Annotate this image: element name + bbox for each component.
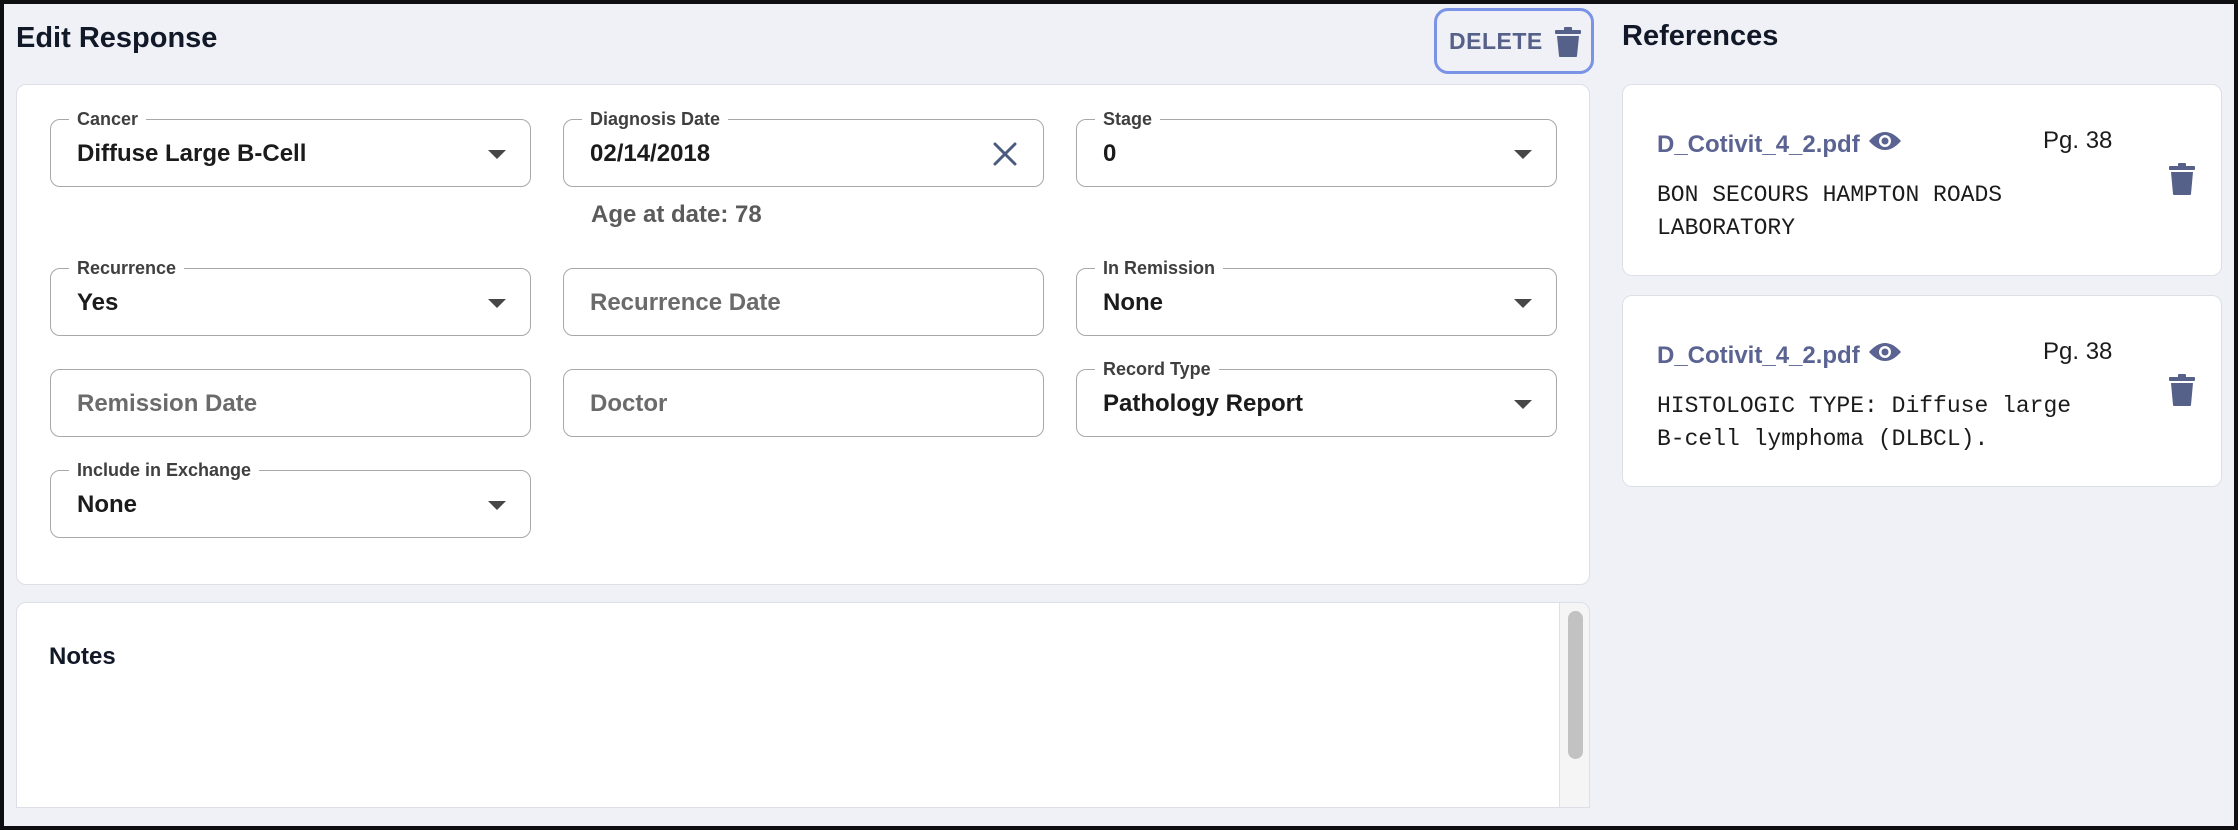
diagnosis-date-label: Diagnosis Date [582,108,729,130]
reference-file-link[interactable]: D_Cotivit_4_2.pdf [1657,129,1902,160]
page-title: Edit Response [16,22,218,54]
cancer-value: Diffuse Large B-Cell [77,140,307,167]
stage-label: Stage [1095,108,1161,130]
cancer-label: Cancer [69,108,147,130]
record-type-select[interactable]: Record Type Pathology Report [1076,358,1557,437]
record-type-label: Record Type [1095,358,1219,380]
notes-title: Notes [49,643,116,670]
recurrence-value: Yes [77,289,119,316]
doctor-placeholder: Doctor [590,390,668,417]
trash-icon [1555,27,1581,62]
dropdown-arrow-icon [488,150,506,159]
dropdown-arrow-icon [1514,150,1532,159]
recurrence-date-placeholder: Recurrence Date [590,289,781,316]
stage-select[interactable]: Stage 0 [1076,108,1557,187]
record-type-value: Pathology Report [1103,390,1304,417]
recurrence-label: Recurrence [69,257,185,279]
references-title: References [1622,20,1779,52]
eye-icon[interactable] [1868,129,1902,160]
cancer-select[interactable]: Cancer Diffuse Large B-Cell [50,108,531,187]
in-remission-value: None [1103,289,1163,316]
reference-page-number: Pg. 38 [2043,338,2113,365]
stage-value: 0 [1103,140,1117,167]
in-remission-label: In Remission [1095,257,1224,279]
in-remission-select[interactable]: In Remission None [1076,257,1557,336]
trash-icon[interactable] [2169,163,2195,200]
doctor-field[interactable]: Doctor [563,369,1044,437]
reference-card: D_Cotivit_4_2.pdf Pg. 38 HISTOLOGIC TYPE… [1622,295,2222,487]
reference-page-number: Pg. 38 [2043,127,2113,154]
dropdown-arrow-icon [488,501,506,510]
diagnosis-date-value: 02/14/2018 [590,140,711,167]
notes-scrollbar-thumb[interactable] [1568,611,1583,759]
dropdown-arrow-icon [488,299,506,308]
recurrence-select[interactable]: Recurrence Yes [50,257,531,336]
delete-button-label: DELETE [1449,27,1543,54]
remission-date-field[interactable]: Remission Date [50,369,531,437]
dropdown-arrow-icon [1514,299,1532,308]
include-in-exchange-value: None [77,491,137,518]
notes-panel[interactable]: Notes [16,602,1590,808]
diagnosis-date-field[interactable]: Diagnosis Date 02/14/2018 [563,108,1044,187]
clear-icon[interactable] [991,140,1019,173]
delete-button[interactable]: DELETE [1434,8,1594,74]
reference-file-link[interactable]: D_Cotivit_4_2.pdf [1657,340,1902,371]
response-form: Cancer Diffuse Large B-Cell Diagnosis Da… [16,84,1590,585]
recurrence-date-field[interactable]: Recurrence Date [563,268,1044,336]
reference-card: D_Cotivit_4_2.pdf Pg. 38 BON SECOURS HAM… [1622,84,2222,276]
dropdown-arrow-icon [1514,400,1532,409]
reference-excerpt: HISTOLOGIC TYPE: Diffuse large B-cell ly… [1657,393,2072,452]
remission-date-placeholder: Remission Date [77,390,258,417]
age-at-date-text: Age at date: 78 [591,201,762,228]
reference-file-name: D_Cotivit_4_2.pdf [1657,341,1860,369]
include-in-exchange-label: Include in Exchange [69,459,260,481]
include-in-exchange-select[interactable]: Include in Exchange None [50,459,531,538]
reference-file-name: D_Cotivit_4_2.pdf [1657,130,1860,158]
eye-icon[interactable] [1868,340,1902,371]
trash-icon[interactable] [2169,374,2195,411]
reference-excerpt: BON SECOURS HAMPTON ROADS LABORATORY [1657,182,2003,241]
notes-scrollbar[interactable] [1559,603,1589,807]
